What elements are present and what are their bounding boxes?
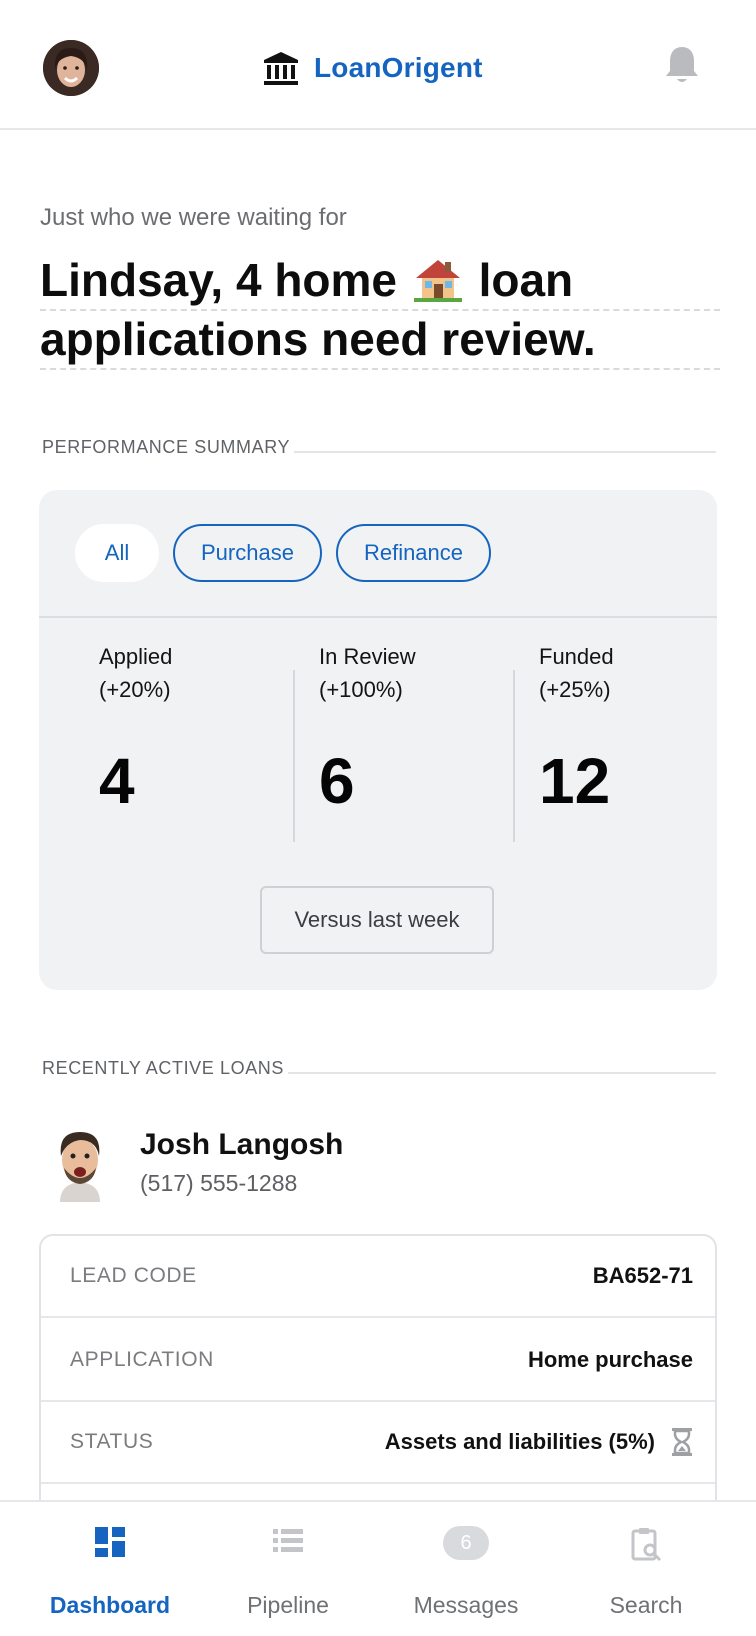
- notifications-button[interactable]: [664, 44, 704, 88]
- clipboard-search-icon: [631, 1528, 662, 1562]
- filter-refinance[interactable]: Refinance: [335, 524, 492, 582]
- nav-pipeline[interactable]: Pipeline: [198, 1502, 378, 1636]
- list-icon: [273, 1529, 303, 1552]
- nav-label: Pipeline: [247, 1592, 329, 1618]
- contact-avatar[interactable]: [50, 1126, 110, 1202]
- detail-value: Home purchase: [527, 1347, 693, 1372]
- detail-key: STATUS: [70, 1430, 154, 1453]
- filter-all[interactable]: All: [75, 524, 159, 582]
- greeting-subtitle: Just who we were waiting for: [40, 204, 347, 231]
- bank-icon: [264, 52, 298, 85]
- stat-label: In Review: [319, 644, 416, 669]
- performance-heading: PERFORMANCE SUMMARY: [42, 437, 716, 458]
- stat-change: (+25%): [539, 677, 611, 702]
- divider: [294, 450, 716, 453]
- stat-value: 4: [99, 745, 135, 817]
- brand-name: LoanOrigent: [314, 52, 483, 83]
- stat-label: Funded: [539, 644, 614, 669]
- nav-search[interactable]: Search: [556, 1502, 736, 1636]
- stat-applied: Applied (+20%) 4: [99, 640, 299, 818]
- stat-value: 6: [319, 745, 355, 817]
- stat-funded: Funded (+25%) 12: [539, 640, 739, 818]
- filter-pills: All Purchase Refinance: [75, 524, 492, 582]
- stat-label: Applied: [99, 644, 173, 669]
- divider: [39, 616, 717, 618]
- contact-phone[interactable]: (517) 555-1288: [140, 1170, 297, 1197]
- nav-dashboard[interactable]: Dashboard: [20, 1502, 200, 1636]
- greeting-line-1: Lindsay, 4 home loan: [40, 252, 720, 311]
- filter-purchase[interactable]: Purchase: [173, 524, 322, 582]
- greeting-line-2: applications need review.: [40, 311, 720, 370]
- stat-change: (+100%): [319, 677, 403, 702]
- nav-messages[interactable]: 6 Messages: [376, 1502, 556, 1636]
- divider: [513, 670, 515, 842]
- divider: [288, 1071, 716, 1074]
- recent-loans-heading: RECENTLY ACTIVE LOANS: [42, 1058, 716, 1079]
- bell-icon: [666, 47, 698, 82]
- stat-change: (+20%): [99, 677, 171, 702]
- contact-name[interactable]: Josh Langosh: [140, 1128, 343, 1162]
- stat-in-review: In Review (+100%) 6: [319, 640, 519, 818]
- hourglass-icon: [672, 1428, 692, 1456]
- nav-label: Dashboard: [49, 1592, 171, 1618]
- app-header: LoanOrigent: [0, 0, 756, 130]
- dashboard-icon: [95, 1527, 125, 1557]
- versus-last-week-button[interactable]: Versus last week: [260, 886, 494, 954]
- brand-logo: LoanOrigent: [262, 44, 483, 92]
- loan-details-card: LEAD CODE BA652-71 APPLICATION Home purc…: [39, 1234, 717, 1534]
- detail-value: BA652-71: [592, 1263, 693, 1288]
- messages-badge: 6: [443, 1526, 489, 1560]
- house-icon: [413, 260, 462, 302]
- divider: [293, 670, 295, 842]
- detail-row-status: STATUS Assets and liabilities (5%): [41, 1402, 715, 1484]
- detail-row-application: APPLICATION Home purchase: [41, 1320, 715, 1402]
- nav-label: Search: [609, 1592, 683, 1618]
- detail-value: Assets and liabilities (5%): [385, 1427, 693, 1457]
- detail-key: LEAD CODE: [70, 1264, 197, 1287]
- detail-row-lead-code: LEAD CODE BA652-71: [41, 1236, 715, 1318]
- greeting-title: Lindsay, 4 home loan applications need r…: [40, 252, 720, 370]
- performance-card: All Purchase Refinance Applied (+20%) 4 …: [39, 490, 717, 990]
- stat-value: 12: [539, 745, 611, 817]
- bottom-navigation: Dashboard Pipeline 6 Messages Search: [0, 1500, 756, 1636]
- user-avatar[interactable]: [43, 40, 99, 96]
- detail-key: APPLICATION: [70, 1348, 214, 1371]
- nav-label: Messages: [413, 1592, 519, 1618]
